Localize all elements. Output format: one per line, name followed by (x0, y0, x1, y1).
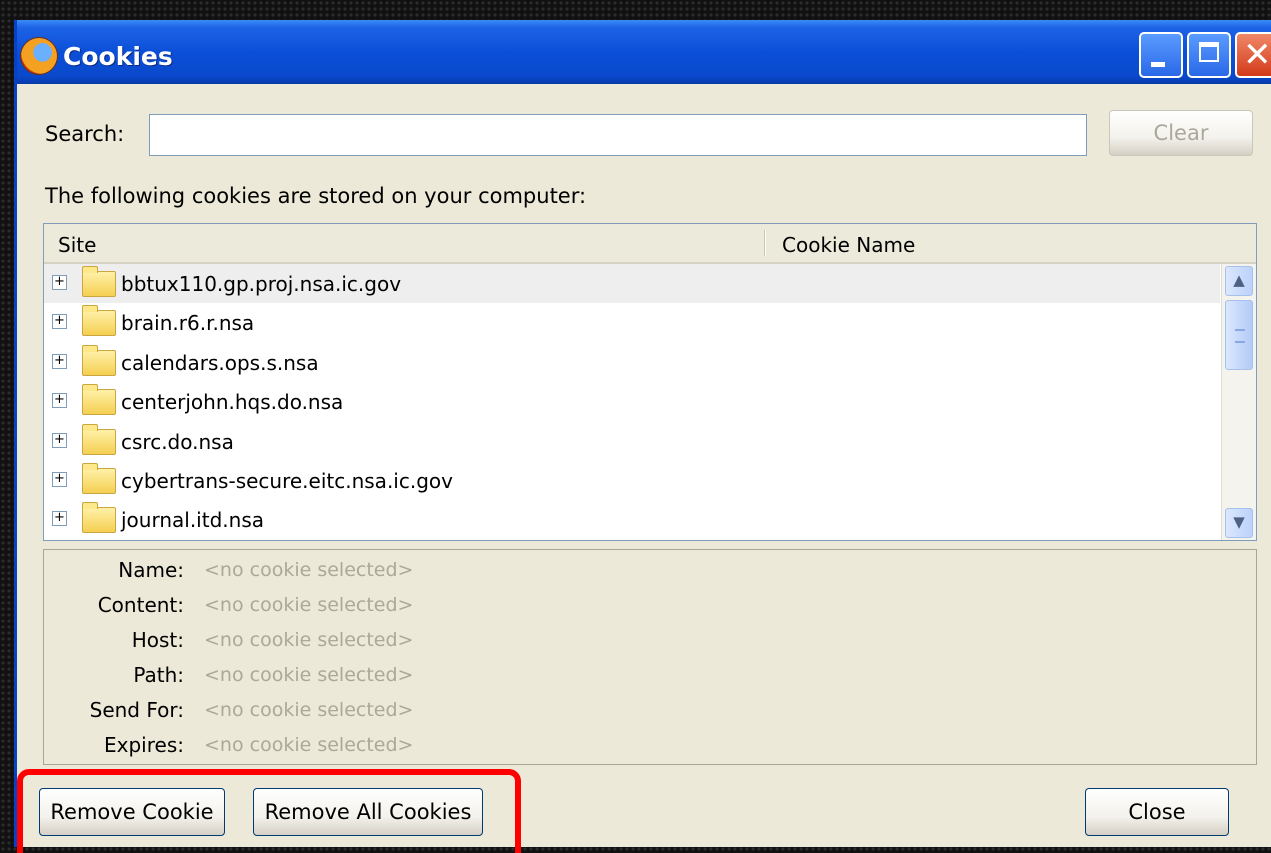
detail-label: Name: (118, 558, 184, 582)
close-window-button[interactable]: ✕ (1235, 32, 1271, 78)
tree-row[interactable]: + csrc.do.nsa (44, 422, 1220, 461)
tree-row[interactable]: + cybertrans-secure.eitc.nsa.ic.gov (44, 461, 1220, 500)
detail-label: Path: (133, 663, 184, 687)
title-bar[interactable]: Cookies ✕ (17, 20, 1271, 84)
site-label: brain.r6.r.nsa (121, 311, 255, 336)
tree-scrollbar[interactable]: ▲ ▼ (1221, 264, 1256, 540)
cookies-dialog: Cookies ✕ Search: Clear The following co… (14, 20, 1271, 853)
detail-row-send-for: Send For: <no cookie selected> (44, 698, 1256, 732)
detail-row-host: Host: <no cookie selected> (44, 628, 1256, 662)
scroll-down-icon[interactable]: ▼ (1225, 508, 1253, 538)
detail-row-path: Path: <no cookie selected> (44, 663, 1256, 697)
folder-icon (82, 502, 116, 534)
expand-icon[interactable]: + (52, 432, 67, 448)
folder-icon (82, 266, 116, 297)
close-icon: ✕ (1243, 35, 1271, 75)
maximize-icon (1199, 42, 1219, 62)
scroll-thumb[interactable] (1225, 300, 1253, 370)
detail-label: Host: (131, 628, 184, 652)
expand-icon[interactable]: + (52, 471, 67, 487)
folder-icon (82, 462, 116, 494)
detail-value: <no cookie selected> (204, 629, 414, 651)
expand-icon[interactable]: + (52, 393, 67, 409)
detail-row-expires: Expires: <no cookie selected> (44, 733, 1256, 767)
firefox-icon (21, 38, 57, 74)
remove-all-cookies-button[interactable]: Remove All Cookies (253, 788, 483, 836)
maximize-button[interactable] (1187, 32, 1231, 78)
tree-row[interactable]: + bbtux110.gp.proj.nsa.ic.gov (44, 264, 1220, 304)
tree-rows: + bbtux110.gp.proj.nsa.ic.gov + brain.r6… (44, 264, 1220, 540)
search-label: Search: (45, 122, 125, 146)
scroll-up-icon[interactable]: ▲ (1225, 266, 1253, 296)
close-button[interactable]: Close (1085, 788, 1229, 836)
window-title: Cookies (63, 42, 173, 71)
detail-value: <no cookie selected> (204, 664, 414, 686)
column-header-cookie-name[interactable]: Cookie Name (782, 233, 915, 257)
detail-label: Send For: (89, 698, 184, 722)
folder-icon (82, 344, 116, 376)
cookie-details-panel: Name: <no cookie selected> Content: <no … (43, 549, 1257, 765)
site-label: csrc.do.nsa (121, 429, 234, 454)
column-header-site[interactable]: Site (58, 233, 96, 257)
search-input[interactable] (149, 114, 1087, 156)
expand-icon[interactable]: + (52, 275, 67, 290)
detail-row-name: Name: <no cookie selected> (44, 558, 1256, 592)
folder-icon (82, 423, 116, 455)
column-separator[interactable] (764, 230, 766, 256)
detail-label: Content: (97, 593, 184, 617)
tree-row[interactable]: + journal.itd.nsa (44, 500, 1220, 539)
tree-row[interactable]: + brain.r6.r.nsa (44, 303, 1220, 342)
expand-icon[interactable]: + (52, 314, 67, 330)
site-label: journal.itd.nsa (121, 508, 264, 533)
clear-button[interactable]: Clear (1109, 110, 1253, 156)
detail-value: <no cookie selected> (204, 734, 414, 756)
cookie-tree[interactable]: Site Cookie Name + bbtux110.gp.proj.nsa.… (43, 223, 1257, 541)
minimize-icon (1151, 62, 1165, 67)
detail-value: <no cookie selected> (204, 594, 414, 616)
site-label: bbtux110.gp.proj.nsa.ic.gov (121, 272, 402, 296)
tree-row[interactable]: + calendars.ops.s.nsa (44, 343, 1220, 382)
site-label: cybertrans-secure.eitc.nsa.ic.gov (121, 468, 453, 493)
folder-icon (82, 384, 116, 416)
expand-icon[interactable]: + (52, 511, 67, 527)
folder-icon (82, 305, 116, 337)
minimize-button[interactable] (1139, 32, 1183, 78)
tree-header: Site Cookie Name (44, 224, 1256, 264)
detail-label: Expires: (104, 733, 184, 757)
tree-row[interactable]: + centerjohn.hqs.do.nsa (44, 382, 1220, 421)
detail-row-content: Content: <no cookie selected> (44, 593, 1256, 627)
detail-value: <no cookie selected> (204, 559, 414, 581)
remove-cookie-button[interactable]: Remove Cookie (39, 788, 225, 836)
site-label: centerjohn.hqs.do.nsa (121, 390, 344, 415)
cookies-intro-text: The following cookies are stored on your… (45, 184, 587, 208)
expand-icon[interactable]: + (52, 353, 67, 369)
detail-value: <no cookie selected> (204, 699, 414, 721)
site-label: calendars.ops.s.nsa (121, 350, 319, 375)
